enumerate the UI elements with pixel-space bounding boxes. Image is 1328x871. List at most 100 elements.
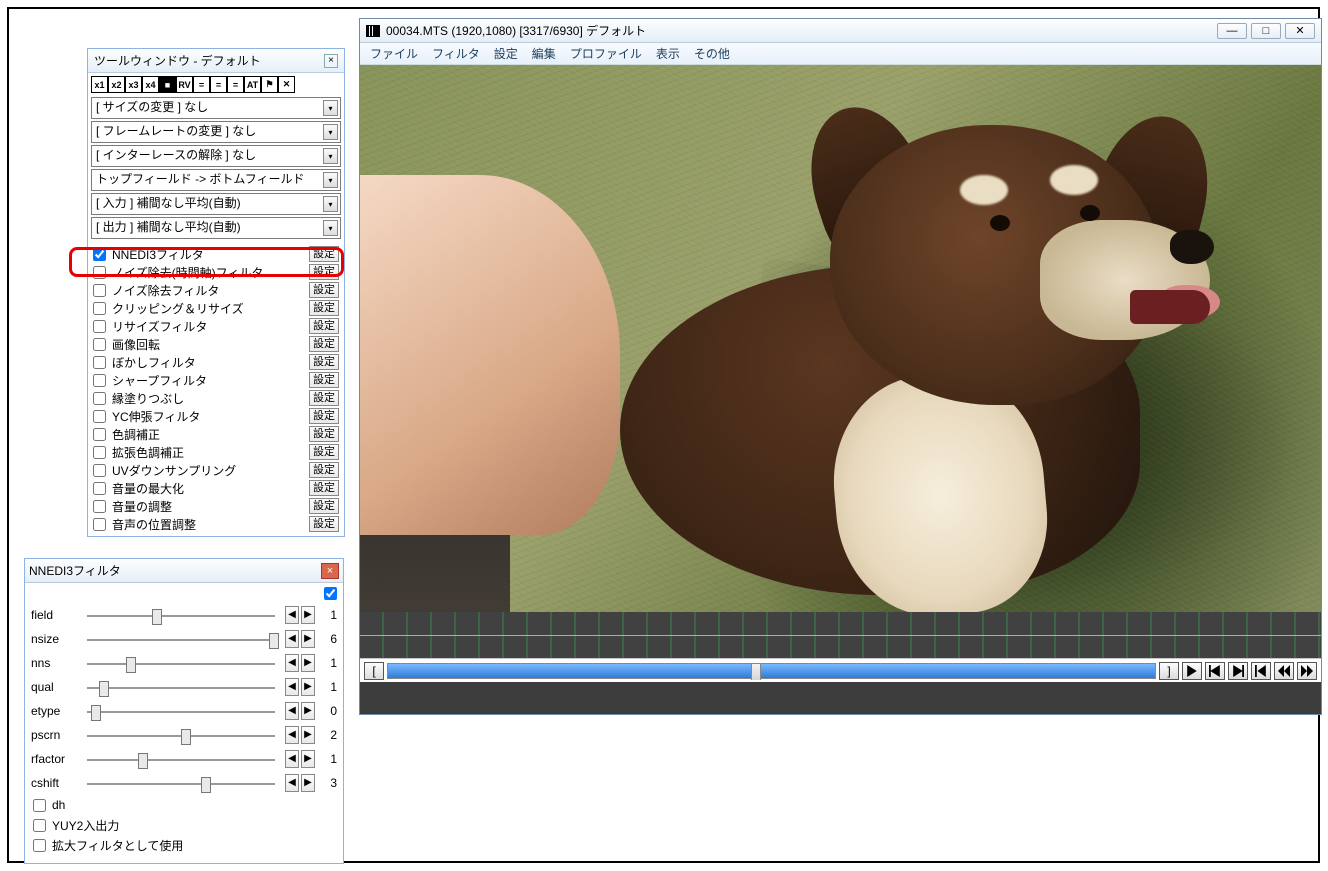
tool-dropdown-2[interactable]: [ インターレースの解除 ] なし▾ <box>91 145 341 167</box>
tool-dropdown-5[interactable]: [ 出力 ] 補間なし平均(自動)▾ <box>91 217 341 239</box>
chevron-down-icon[interactable]: ▾ <box>323 148 338 164</box>
seek-start-icon[interactable]: [ <box>364 662 384 680</box>
filter-settings-button[interactable]: 設定 <box>309 480 339 496</box>
filter-checkbox[interactable] <box>93 464 106 477</box>
at-button[interactable]: AT <box>244 76 261 93</box>
slider-increment-button[interactable]: ▶ <box>301 750 315 768</box>
slider-track[interactable] <box>83 701 279 721</box>
option-checkbox[interactable] <box>33 799 46 812</box>
filter-settings-button[interactable]: 設定 <box>309 264 339 280</box>
filter-settings-button[interactable]: 設定 <box>309 282 339 298</box>
rv-button[interactable]: RV <box>176 76 193 93</box>
filter-checkbox[interactable] <box>93 446 106 459</box>
chevron-down-icon[interactable]: ▾ <box>323 100 338 116</box>
slider-increment-button[interactable]: ▶ <box>301 654 315 672</box>
play-button[interactable] <box>1182 662 1202 680</box>
menu-other[interactable]: その他 <box>694 45 730 62</box>
slider-decrement-button[interactable]: ◀ <box>285 726 299 744</box>
filter-checkbox[interactable] <box>93 482 106 495</box>
slider-decrement-button[interactable]: ◀ <box>285 606 299 624</box>
option-checkbox[interactable] <box>33 819 46 832</box>
slider-increment-button[interactable]: ▶ <box>301 702 315 720</box>
slider-track[interactable] <box>83 653 279 673</box>
flag-button[interactable]: ⚑ <box>261 76 278 93</box>
slider-decrement-button[interactable]: ◀ <box>285 702 299 720</box>
minimize-button[interactable]: — <box>1217 23 1247 39</box>
slider-decrement-button[interactable]: ◀ <box>285 774 299 792</box>
slider-track[interactable] <box>83 725 279 745</box>
filter-checkbox[interactable] <box>93 284 106 297</box>
filter-settings-button[interactable]: 設定 <box>309 318 339 334</box>
seek-track[interactable] <box>387 663 1156 679</box>
slider-decrement-button[interactable]: ◀ <box>285 678 299 696</box>
slider-thumb[interactable] <box>126 657 136 673</box>
zoom-x1-button[interactable]: x1 <box>91 76 108 93</box>
prev-frame-button[interactable] <box>1251 662 1271 680</box>
playhead[interactable] <box>751 664 761 680</box>
zoom-x2-button[interactable]: x2 <box>108 76 125 93</box>
line1-button[interactable]: = <box>193 76 210 93</box>
slider-decrement-button[interactable]: ◀ <box>285 750 299 768</box>
filter-settings-button[interactable]: 設定 <box>309 246 339 262</box>
menu-profile[interactable]: プロファイル <box>570 45 642 62</box>
slider-thumb[interactable] <box>138 753 148 769</box>
filter-settings-button[interactable]: 設定 <box>309 408 339 424</box>
tool-dropdown-1[interactable]: [ フレームレートの変更 ] なし▾ <box>91 121 341 143</box>
slider-track[interactable] <box>83 605 279 625</box>
menu-file[interactable]: ファイル <box>370 45 418 62</box>
filter-settings-button[interactable]: 設定 <box>309 462 339 478</box>
option-checkbox[interactable] <box>33 839 46 852</box>
filter-checkbox[interactable] <box>93 248 106 261</box>
nnedi3-titlebar[interactable]: NNEDI3フィルタ × <box>25 559 343 583</box>
menu-edit[interactable]: 編集 <box>532 45 556 62</box>
main-titlebar[interactable]: 00034.MTS (1920,1080) [3317/6930] デフォルト … <box>360 19 1321 43</box>
slider-increment-button[interactable]: ▶ <box>301 726 315 744</box>
audio-waveform[interactable] <box>360 612 1321 658</box>
black-button[interactable]: ■ <box>159 76 176 93</box>
tool-window-titlebar[interactable]: ツールウィンドウ - デフォルト × <box>88 49 344 73</box>
menu-settings[interactable]: 設定 <box>494 45 518 62</box>
slider-thumb[interactable] <box>152 609 162 625</box>
zoom-x4-button[interactable]: x4 <box>142 76 159 93</box>
seek-end-icon[interactable]: ] <box>1159 662 1179 680</box>
slider-decrement-button[interactable]: ◀ <box>285 654 299 672</box>
filter-settings-button[interactable]: 設定 <box>309 372 339 388</box>
filter-checkbox[interactable] <box>93 500 106 513</box>
chevron-down-icon[interactable]: ▾ <box>323 172 338 188</box>
video-frame[interactable] <box>360 65 1321 612</box>
filter-checkbox[interactable] <box>93 320 106 333</box>
filter-checkbox[interactable] <box>93 428 106 441</box>
menu-view[interactable]: 表示 <box>656 45 680 62</box>
filter-settings-button[interactable]: 設定 <box>309 336 339 352</box>
chevron-down-icon[interactable]: ▾ <box>323 124 338 140</box>
filter-settings-button[interactable]: 設定 <box>309 444 339 460</box>
slider-track[interactable] <box>83 677 279 697</box>
line2-button[interactable]: = <box>210 76 227 93</box>
close-button[interactable]: ✕ <box>1285 23 1315 39</box>
filter-checkbox[interactable] <box>93 518 106 531</box>
step-back-button[interactable] <box>1205 662 1225 680</box>
x-button[interactable]: ✕ <box>278 76 295 93</box>
filter-checkbox[interactable] <box>93 356 106 369</box>
slider-thumb[interactable] <box>269 633 279 649</box>
filter-settings-button[interactable]: 設定 <box>309 426 339 442</box>
slider-thumb[interactable] <box>201 777 211 793</box>
filter-checkbox[interactable] <box>93 338 106 351</box>
slider-increment-button[interactable]: ▶ <box>301 774 315 792</box>
tool-dropdown-0[interactable]: [ サイズの変更 ] なし▾ <box>91 97 341 119</box>
slider-track[interactable] <box>83 629 279 649</box>
step-forward-button[interactable] <box>1228 662 1248 680</box>
filter-settings-button[interactable]: 設定 <box>309 300 339 316</box>
filter-settings-button[interactable]: 設定 <box>309 516 339 532</box>
menu-filter[interactable]: フィルタ <box>432 45 480 62</box>
slider-thumb[interactable] <box>91 705 101 721</box>
filter-settings-button[interactable]: 設定 <box>309 390 339 406</box>
tool-window-close-icon[interactable]: × <box>324 54 338 68</box>
slider-increment-button[interactable]: ▶ <box>301 630 315 648</box>
line3-button[interactable]: = <box>227 76 244 93</box>
filter-settings-button[interactable]: 設定 <box>309 354 339 370</box>
filter-checkbox[interactable] <box>93 410 106 423</box>
slider-thumb[interactable] <box>181 729 191 745</box>
slider-thumb[interactable] <box>99 681 109 697</box>
filter-checkbox[interactable] <box>93 266 106 279</box>
